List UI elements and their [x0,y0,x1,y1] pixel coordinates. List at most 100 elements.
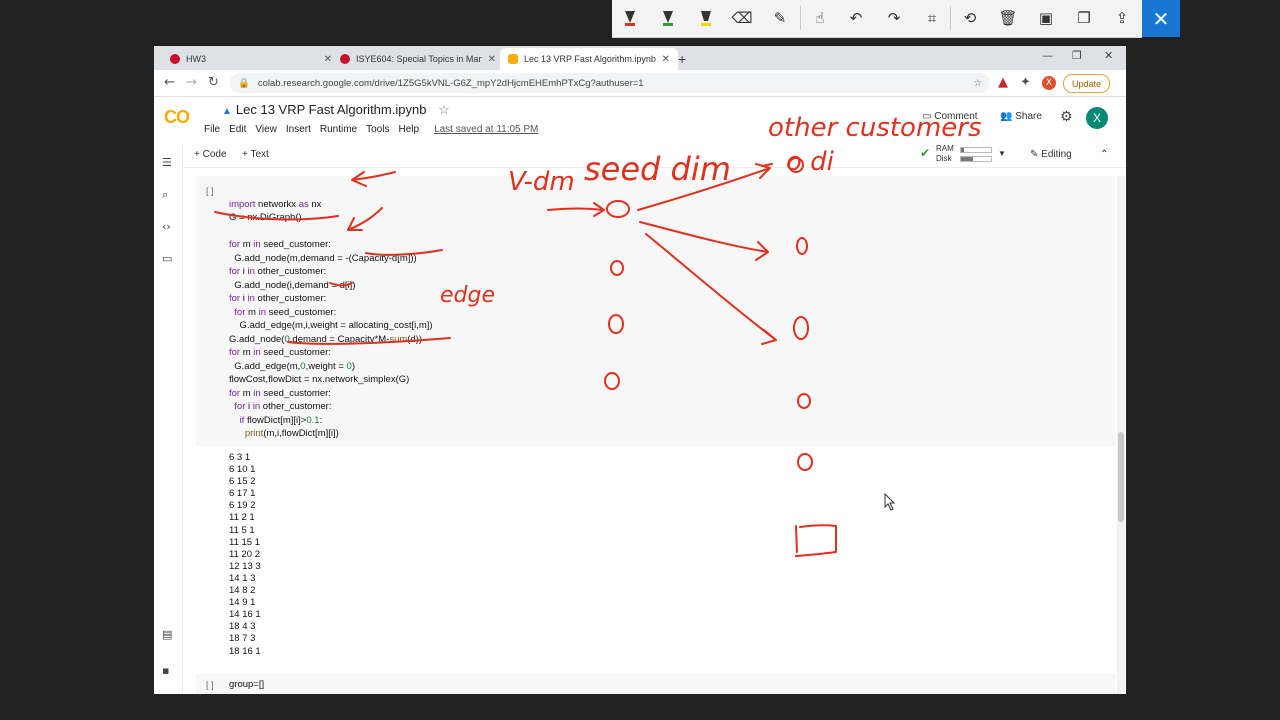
disk-meter [960,156,992,162]
extensions-puzzle-icon[interactable]: ✦ [1020,75,1031,90]
code-line: print(m,i,flowDict[m][i]) [244,428,339,439]
code-line: G.add_edge(m,0,weight = 0) [229,360,355,372]
highlighter-icon[interactable] [694,6,718,30]
lock-icon: 🔒 [238,77,250,89]
copy-icon[interactable]: ❐ [1072,6,1096,30]
menu-help[interactable]: Help [398,124,419,135]
code-line: for i in other_customer: [234,401,332,412]
add-code-button[interactable]: + Code [194,149,227,160]
settings-gear-icon[interactable]: ⚙ [1060,109,1073,125]
green-pen-icon[interactable] [656,6,680,30]
menu-view[interactable]: View [255,124,277,135]
left-rail: ☰ ⌕ ‹› ▭ ▤ ▪ [154,144,183,694]
run-cell-button[interactable]: [ ] [206,186,214,196]
drive-icon: ▲ [222,106,232,117]
search-icon[interactable]: ⌕ [162,188,168,202]
tab-title: Lec 13 VRP Fast Algorithm.ipynb [524,54,656,64]
back-icon[interactable]: ← [164,75,175,90]
code-line: if flowDict[m][i]>0.1: [239,414,323,426]
output-line: 6 10 1 [229,464,256,476]
menu-edit[interactable]: Edit [229,124,246,135]
tab-close-icon[interactable]: ✕ [324,54,332,65]
output-line: 18 4 3 [229,621,256,633]
crop-icon[interactable]: ⌗ [920,6,944,30]
red-pen-icon[interactable] [618,6,642,30]
connected-check-icon: ✔ [920,146,931,160]
undo-icon[interactable]: ↶ [844,6,868,30]
eraser-icon[interactable]: ⌫ [730,6,754,30]
resources-dropdown-icon[interactable]: ▼ [998,149,1006,158]
files-folder-icon[interactable]: ▭ [162,252,172,265]
close-icon[interactable]: ✕ [1142,0,1180,37]
minimize-icon[interactable]: — [1042,49,1053,62]
menu-runtime[interactable]: Runtime [320,124,357,135]
save-icon[interactable]: ▣ [1034,6,1058,30]
reload-icon[interactable]: ↻ [208,75,219,90]
maximize-icon[interactable]: ❐ [1072,49,1082,62]
menu-tools[interactable]: Tools [366,124,389,135]
tab-title: ISYE604: Special Topics in Manufa [356,54,482,64]
update-button[interactable]: Update [1063,74,1111,93]
window-close-icon[interactable]: ✕ [1104,49,1113,62]
share-button[interactable]: 👥 Share [1000,111,1042,122]
ram-meter [960,147,992,153]
notebook-title[interactable]: ▲ Lec 13 VRP Fast Algorithm.ipynb ☆ [222,102,450,118]
code-line: import networkx as nx [229,198,322,210]
pen-toolbar: ⌫ ✎ ☝ ↶ ↷ ⌗ ⟲ 🗑 ▣ ❐ ⇪ [612,0,1142,38]
output-line: 6 3 1 [229,452,251,463]
menu-insert[interactable]: Insert [286,124,311,135]
output-line: 11 20 2 [229,548,260,560]
tab-hw3[interactable]: HW3 ✕ [162,48,340,70]
output-line: 14 16 1 [229,609,261,621]
tab-title: HW3 [186,54,206,64]
menu-file[interactable]: File [204,124,220,135]
tab-isye604[interactable]: ISYE604: Special Topics in Manufa ✕ [332,48,504,70]
address-bar-row: ← → ↻ 🔒 colab.research.google.com/drive/… [154,70,1126,97]
ruler-icon[interactable]: ✎ [768,6,792,30]
table-of-contents-icon[interactable]: ☰ [162,156,172,169]
code-line[interactable]: group=[] [229,679,264,690]
share-icon[interactable]: ⇪ [1110,6,1134,30]
code-line: G.add_node(i,demand = d[i]) [229,279,356,291]
tab-close-icon[interactable]: ✕ [488,54,496,65]
editing-mode-button[interactable]: ✎ Editing [1030,149,1072,160]
code-cell[interactable]: [ ] import networkx as nx G = nx.DiGraph… [196,176,1116,446]
star-icon[interactable]: ☆ [438,102,450,117]
command-palette-icon[interactable]: ▤ [162,628,172,641]
url-text: colab.research.google.com/drive/1Z5G5kVN… [257,77,644,89]
menu-bar: File Edit View Insert Runtime Tools Help… [204,124,538,135]
tab-colab[interactable]: Lec 13 VRP Fast Algorithm.ipynb ✕ [500,48,678,70]
output-line: 6 17 1 [229,488,256,500]
delete-icon[interactable]: 🗑 [996,6,1020,30]
output-line: 18 7 3 [229,633,256,645]
tab-favicon [340,54,350,64]
avatar[interactable]: X [1086,107,1108,129]
code-line: for i in other_customer: [229,293,327,304]
bookmark-star-icon[interactable]: ☆ [973,78,982,89]
output-line: 11 15 1 [229,536,260,548]
code-editor[interactable]: import networkx as nx G = nx.DiGraph() f… [229,184,433,441]
scrollbar-thumb[interactable] [1118,432,1124,522]
new-tab-button[interactable]: + [678,48,686,70]
redo-icon[interactable]: ↷ [882,6,906,30]
comment-button[interactable]: ▭ Comment [922,111,978,122]
extension-icon[interactable]: ▲ [998,75,1008,90]
profile-avatar[interactable]: X [1042,76,1056,90]
tab-strip: HW3 ✕ ISYE604: Special Topics in Manufa … [154,46,1126,70]
scrollbar[interactable] [1117,176,1125,694]
forward-icon[interactable]: → [186,75,197,90]
terminal-icon[interactable]: ▪ [162,664,169,677]
touch-write-icon[interactable]: ☝ [808,6,832,30]
url-input[interactable]: 🔒 colab.research.google.com/drive/1Z5G5k… [230,73,990,93]
collapse-chevron-icon[interactable]: ⌃ [1100,149,1108,160]
code-cell-2[interactable]: [ ] group=[] [196,674,1116,694]
last-saved-link[interactable]: Last saved at 11:05 PM [434,124,538,135]
add-text-button[interactable]: + Text [242,149,269,160]
output-line: 12 13 3 [229,560,261,572]
code-snippets-icon[interactable]: ‹› [162,220,171,233]
output-line: 14 1 3 [229,572,256,584]
tab-close-icon[interactable]: ✕ [662,54,670,65]
run-cell-button[interactable]: [ ] [206,680,214,690]
code-line: for m in seed_customer: [229,239,331,250]
history-icon[interactable]: ⟲ [958,6,982,30]
